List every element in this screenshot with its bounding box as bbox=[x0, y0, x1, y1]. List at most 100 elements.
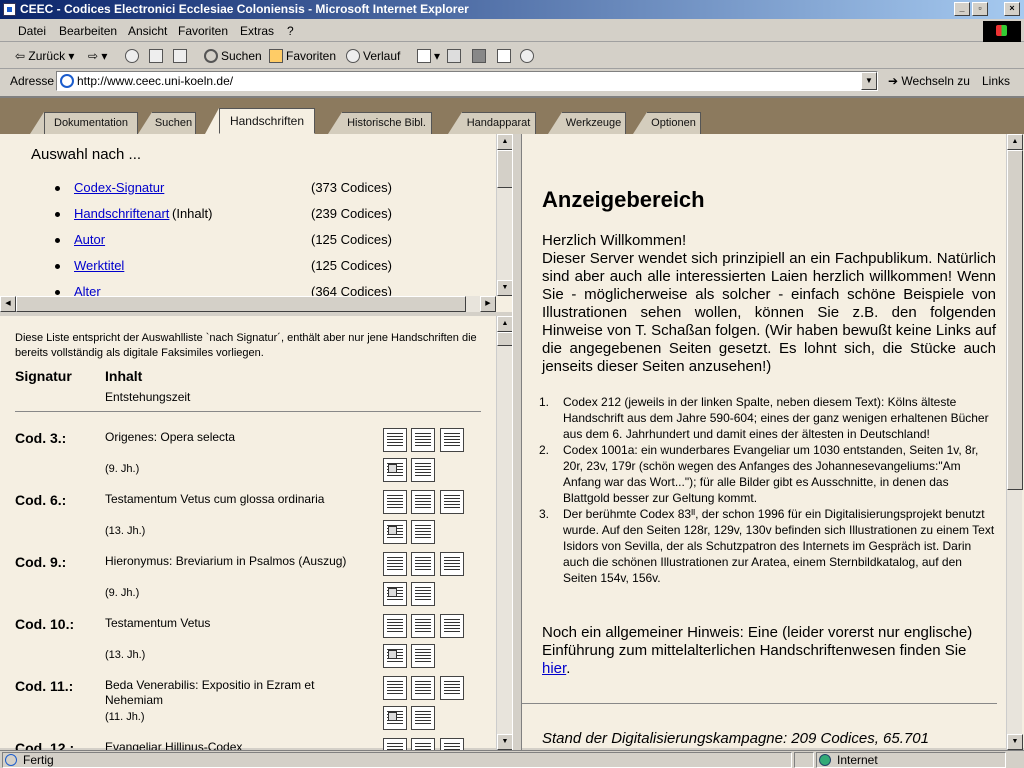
minimize-button[interactable]: _ bbox=[954, 2, 970, 16]
page-thumbnail-icon[interactable] bbox=[411, 644, 435, 668]
page-thumbnail-icon[interactable] bbox=[383, 520, 407, 544]
search-button[interactable]: Suchen bbox=[204, 49, 262, 63]
favorites-button[interactable]: Favoriten bbox=[269, 49, 336, 63]
close-button[interactable]: × bbox=[1004, 2, 1020, 16]
page-thumbnail-icon[interactable] bbox=[440, 614, 464, 638]
selection-frame: Auswahl nach ... Codex-Signatur (373 Codi… bbox=[0, 134, 496, 296]
scroll-thumb[interactable] bbox=[1007, 150, 1023, 490]
home-button[interactable] bbox=[173, 49, 190, 63]
history-button[interactable]: Verlauf bbox=[346, 49, 400, 63]
page-thumbnail-icon[interactable] bbox=[411, 706, 435, 730]
links-button[interactable]: Links bbox=[982, 74, 1010, 88]
list-item: Werktitel (125 Codices) bbox=[0, 258, 496, 284]
mail-button[interactable]: ▾ bbox=[417, 49, 440, 63]
hier-link[interactable]: hier bbox=[542, 660, 566, 677]
page-thumbnail-icon[interactable] bbox=[383, 490, 407, 514]
selection-link[interactable]: Werktitel bbox=[74, 258, 124, 273]
scroll-left-arrow-icon[interactable]: ◀ bbox=[0, 296, 16, 312]
back-button[interactable]: ⇦ Zurück ▾ bbox=[15, 49, 74, 63]
tab-werkzeuge[interactable]: Werkzeuge bbox=[562, 112, 626, 134]
maximize-button[interactable]: ▫ bbox=[972, 2, 988, 16]
list-item: Codex-Signatur (373 Codices) bbox=[0, 180, 496, 206]
scroll-down-arrow-icon[interactable]: ▼ bbox=[497, 734, 513, 750]
scroll-down-arrow-icon[interactable]: ▼ bbox=[497, 280, 513, 296]
menu-bearbeiten[interactable]: Bearbeiten bbox=[59, 24, 117, 38]
back-arrow-icon: ⇦ bbox=[15, 49, 26, 63]
selection-horizontal-scrollbar[interactable]: ◀ ▶ bbox=[0, 296, 496, 312]
page-thumbnail-icon[interactable] bbox=[411, 614, 435, 638]
edit-button[interactable] bbox=[472, 49, 489, 63]
page-thumbnail-icon[interactable] bbox=[383, 676, 407, 700]
stop-button[interactable] bbox=[125, 49, 142, 63]
scroll-thumb[interactable] bbox=[497, 332, 513, 346]
examples-list: 1. Codex 212 (jeweils in der linken Spalt… bbox=[539, 394, 996, 586]
page-thumbnail-icon[interactable] bbox=[383, 458, 407, 482]
page-thumbnail-icon[interactable] bbox=[440, 490, 464, 514]
tab-dokumentation[interactable]: Dokumentation bbox=[44, 112, 138, 134]
refresh-button[interactable] bbox=[149, 49, 166, 63]
selection-link[interactable]: Alter bbox=[74, 284, 101, 296]
scroll-thumb[interactable] bbox=[497, 150, 513, 188]
page-thumbnail-icon[interactable] bbox=[440, 552, 464, 576]
page-thumbnail-icon[interactable] bbox=[411, 676, 435, 700]
menu-datei[interactable]: Datei bbox=[18, 24, 46, 38]
address-dropdown-button[interactable]: ▼ bbox=[861, 72, 877, 90]
page-thumbnail-icon[interactable] bbox=[383, 706, 407, 730]
codex-signature[interactable]: Cod. 10.: bbox=[15, 616, 74, 632]
page-thumbnail-icon[interactable] bbox=[383, 614, 407, 638]
page-thumbnail-icon[interactable] bbox=[383, 738, 407, 750]
tab-suchen[interactable]: Suchen bbox=[152, 112, 196, 134]
scroll-right-arrow-icon[interactable]: ▶ bbox=[480, 296, 496, 312]
tab-optionen[interactable]: Optionen bbox=[647, 112, 701, 134]
selection-link[interactable]: Codex-Signatur bbox=[74, 180, 164, 195]
codex-signature[interactable]: Cod. 12.: bbox=[15, 740, 74, 750]
codex-signature[interactable]: Cod. 3.: bbox=[15, 430, 66, 446]
menu-help[interactable]: ? bbox=[287, 24, 294, 38]
page-thumbnail-icon[interactable] bbox=[440, 738, 464, 750]
codex-signature[interactable]: Cod. 6.: bbox=[15, 492, 66, 508]
menu-extras[interactable]: Extras bbox=[240, 24, 274, 38]
codex-list-vertical-scrollbar[interactable]: ▲ ▼ bbox=[496, 316, 513, 750]
page-thumbnail-icon[interactable] bbox=[440, 428, 464, 452]
page-thumbnail-icon[interactable] bbox=[383, 582, 407, 606]
print-button[interactable] bbox=[447, 49, 464, 63]
tab-handapparat[interactable]: Handapparat bbox=[462, 112, 536, 134]
page-thumbnail-icon[interactable] bbox=[411, 458, 435, 482]
discuss-button[interactable] bbox=[497, 49, 514, 63]
frame-splitter-vertical[interactable] bbox=[512, 134, 522, 750]
codex-signature[interactable]: Cod. 9.: bbox=[15, 554, 66, 570]
scroll-up-arrow-icon[interactable]: ▲ bbox=[1007, 134, 1023, 150]
scroll-up-arrow-icon[interactable]: ▲ bbox=[497, 134, 513, 150]
column-header-signatur: Signatur bbox=[15, 368, 72, 384]
tab-historische-bibl[interactable]: Historische Bibl. bbox=[342, 112, 432, 134]
page-thumbnail-icon[interactable] bbox=[411, 490, 435, 514]
selection-link[interactable]: Handschriftenart bbox=[74, 206, 169, 221]
selection-count: (239 Codices) bbox=[311, 206, 392, 221]
codex-signature[interactable]: Cod. 11.: bbox=[15, 678, 73, 694]
menu-favoriten[interactable]: Favoriten bbox=[178, 24, 228, 38]
page-thumbnail-icon[interactable] bbox=[411, 738, 435, 750]
messenger-button[interactable] bbox=[520, 49, 537, 63]
list-item: Autor (125 Codices) bbox=[0, 232, 496, 258]
scroll-down-arrow-icon[interactable]: ▼ bbox=[1007, 734, 1023, 750]
selection-link[interactable]: Autor bbox=[74, 232, 105, 247]
menu-ansicht[interactable]: Ansicht bbox=[128, 24, 167, 38]
display-vertical-scrollbar[interactable]: ▲ ▼ bbox=[1006, 134, 1023, 750]
tab-handschriften[interactable]: Handschriften bbox=[219, 108, 315, 134]
display-hint: Noch ein allgemeiner Hinweis: Eine (leid… bbox=[542, 624, 973, 677]
address-input[interactable]: http://www.ceec.uni-koeln.de/ ▼ bbox=[56, 71, 878, 91]
page-thumbnail-icon[interactable] bbox=[411, 582, 435, 606]
page-thumbnail-icon[interactable] bbox=[411, 428, 435, 452]
display-frame: Anzeigebereich Herzlich Willkommen! Dies… bbox=[522, 134, 1005, 750]
page-thumbnail-icon[interactable] bbox=[383, 552, 407, 576]
page-thumbnail-icon[interactable] bbox=[411, 552, 435, 576]
go-button[interactable]: ➔ Wechseln zu bbox=[888, 74, 970, 88]
page-thumbnail-icon[interactable] bbox=[383, 644, 407, 668]
forward-button[interactable]: ⇨ ▾ bbox=[88, 49, 107, 63]
page-thumbnail-icon[interactable] bbox=[383, 428, 407, 452]
scroll-up-arrow-icon[interactable]: ▲ bbox=[497, 316, 513, 332]
page-thumbnail-icon[interactable] bbox=[440, 676, 464, 700]
selection-vertical-scrollbar[interactable]: ▲ ▼ bbox=[496, 134, 513, 296]
page-thumbnail-icon[interactable] bbox=[411, 520, 435, 544]
scroll-thumb[interactable] bbox=[16, 296, 466, 312]
